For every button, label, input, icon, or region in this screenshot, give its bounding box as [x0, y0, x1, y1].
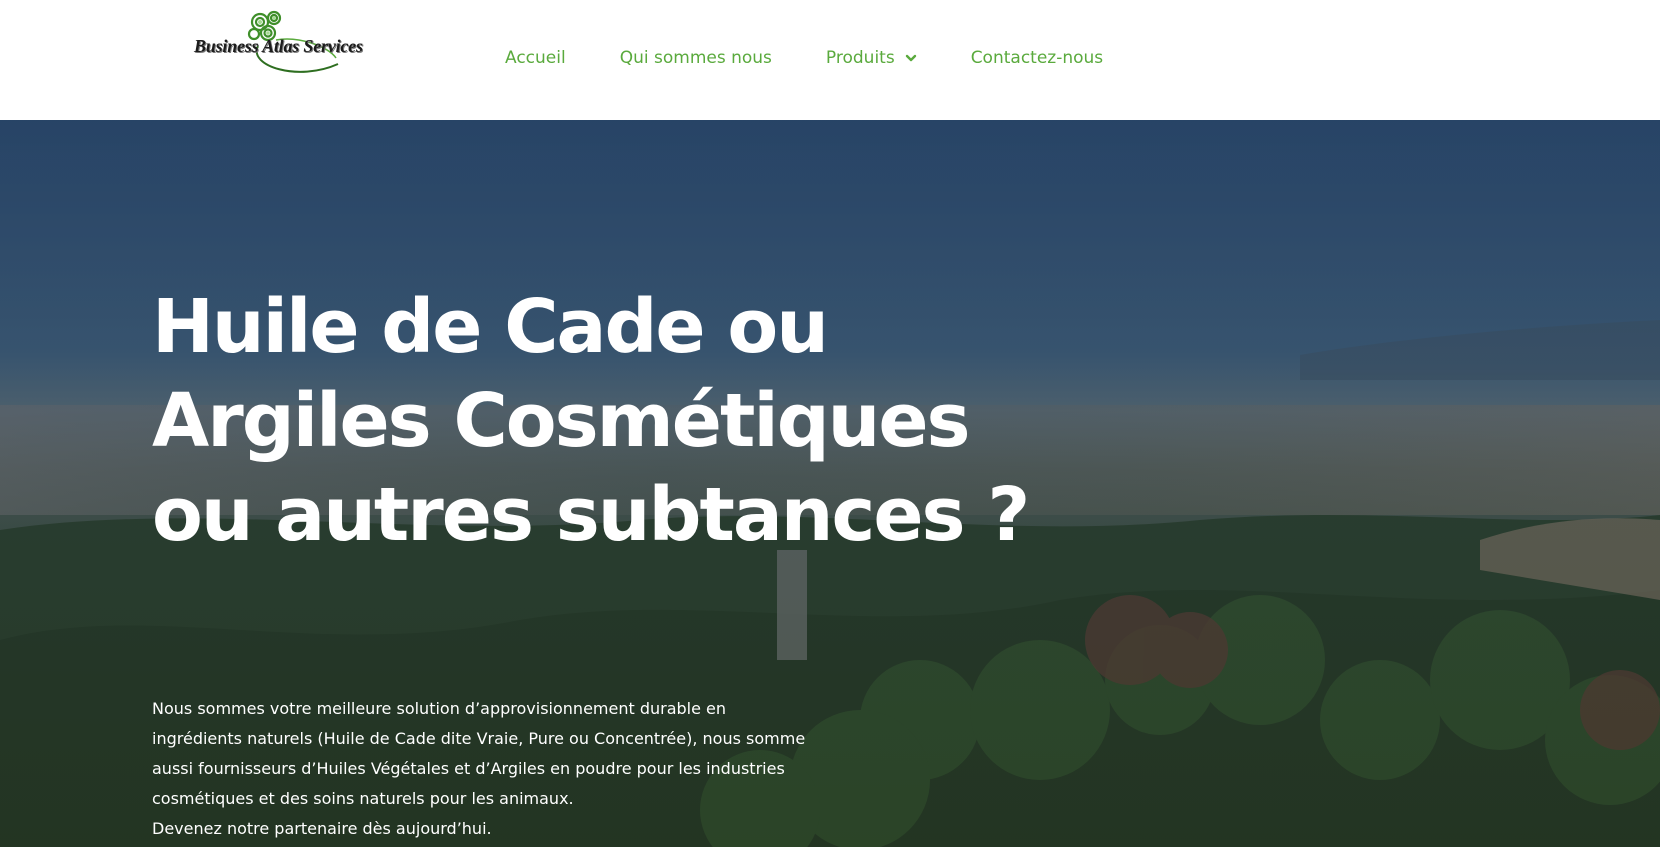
hero-title: Huile de Cade ou Argiles Cosmétiques ou …	[152, 280, 1052, 562]
nav-item-produits[interactable]: Produits	[826, 48, 917, 68]
hero-description-line: cosmétiques et des soins naturels pour l…	[152, 789, 574, 808]
nav-item-contactez-nous[interactable]: Contactez-nous	[971, 48, 1103, 68]
nav-item-qui-sommes-nous[interactable]: Qui sommes nous	[620, 48, 772, 68]
main-nav: Accueil Qui sommes nous Produits Contact…	[505, 46, 1103, 70]
hero-section: Huile de Cade ou Argiles Cosmétiques ou …	[0, 120, 1660, 847]
hero-title-line: ou autres subtances ?	[152, 472, 1030, 558]
hero-description-line: Devenez notre partenaire dès aujourd’hui…	[152, 819, 492, 838]
hero-title-line: Argiles Cosmétiques	[152, 378, 971, 464]
hero-title-line: Huile de Cade ou	[152, 284, 829, 370]
chevron-down-icon[interactable]	[905, 52, 917, 64]
site-logo[interactable]: Business Atlas Services	[188, 6, 388, 82]
hero-description-line: aussi fournisseurs d’Huiles Végétales et…	[152, 759, 785, 778]
nav-item-label: Contactez-nous	[970, 48, 1104, 68]
nav-item-label: Qui sommes nous	[619, 48, 772, 68]
site-header: Business Atlas Services Accueil Qui somm…	[0, 0, 1660, 120]
hero-description-line: Nous sommes votre meilleure solution d’a…	[152, 699, 727, 718]
logo-text: Business Atlas Services	[194, 36, 363, 56]
nav-item-label: Produits	[825, 48, 895, 68]
nav-item-accueil[interactable]: Accueil	[505, 48, 566, 68]
hero-description-line: ingrédients naturels (Huile de Cade dite…	[152, 729, 806, 748]
nav-item-label: Accueil	[505, 48, 566, 68]
hero-description: Nous sommes votre meilleure solution d’a…	[152, 694, 832, 844]
